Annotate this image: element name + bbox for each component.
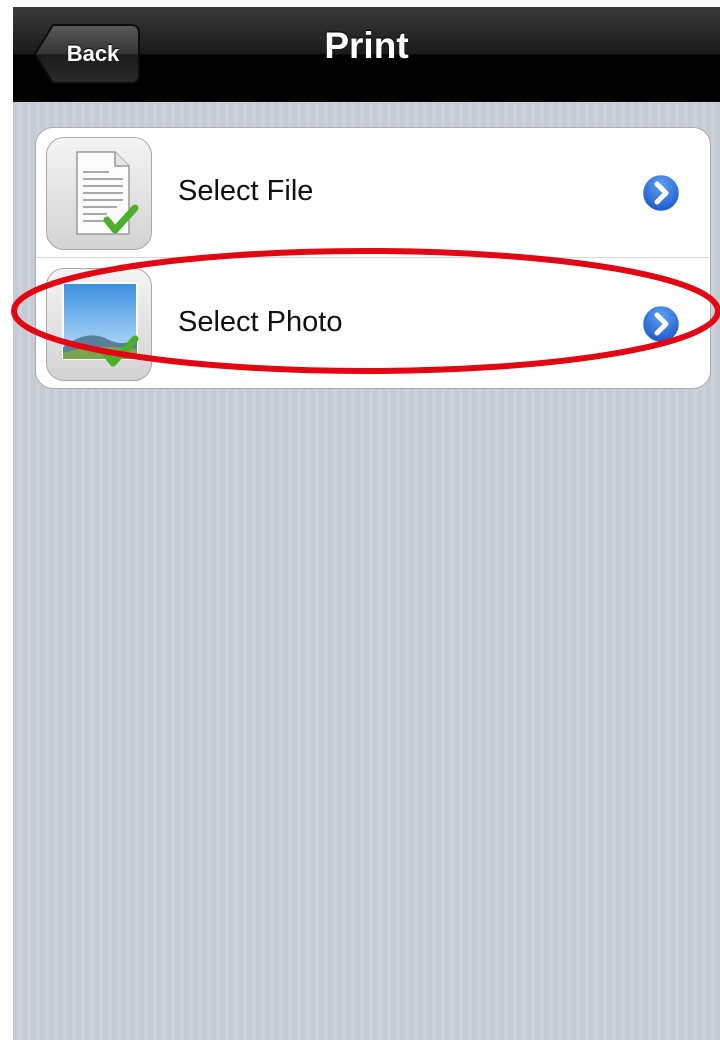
navigation-bar: Back Print <box>13 7 720 102</box>
document-check-icon <box>46 137 152 250</box>
print-screen: Back Print Select File Select Photo <box>13 7 720 1040</box>
highlight-ellipse-annotation <box>11 248 720 374</box>
select-file-label: Select File <box>178 175 314 207</box>
select-file-row[interactable]: Select File <box>36 128 710 258</box>
disclosure-arrow-icon[interactable] <box>640 172 682 214</box>
page-title: Print <box>324 25 409 66</box>
